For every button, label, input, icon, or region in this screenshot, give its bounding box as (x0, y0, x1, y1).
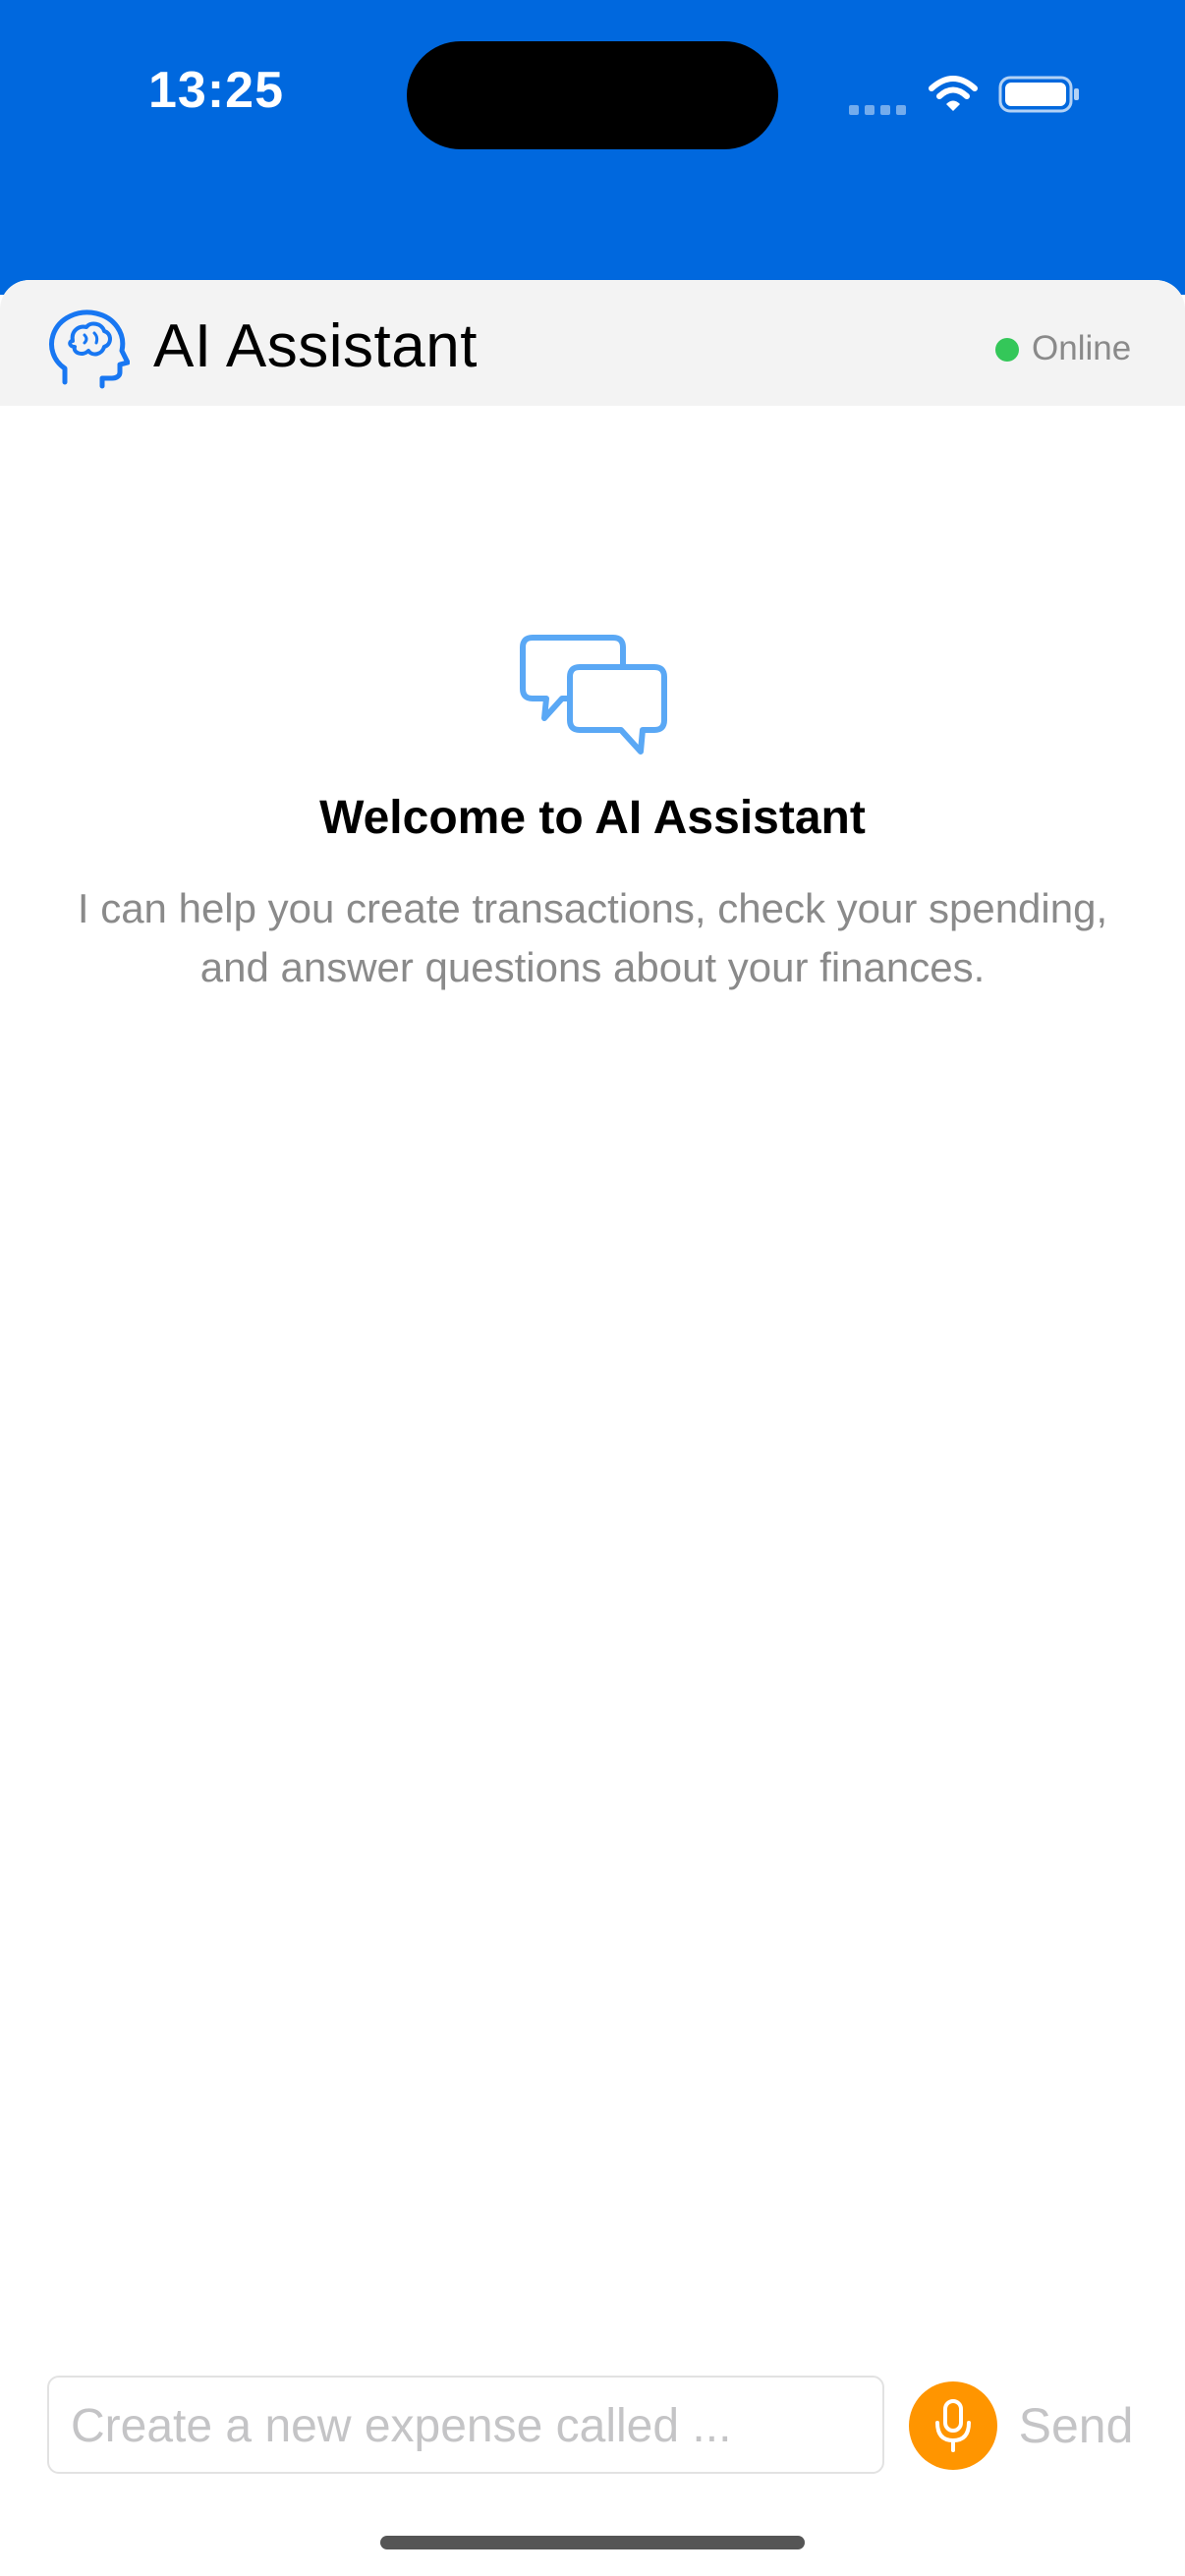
brain-head-icon (49, 309, 130, 389)
status-bar: 13:25 (0, 0, 1185, 295)
online-status-dot (995, 338, 1019, 362)
battery-icon (998, 76, 1079, 113)
cellular-signal-icon (849, 105, 906, 115)
wifi-icon (929, 76, 978, 111)
status-time: 13:25 (148, 62, 284, 119)
microphone-icon (935, 2399, 971, 2452)
chat-sheet: AI Assistant Online Welcome to AI Assist… (0, 280, 1185, 2576)
welcome-title: Welcome to AI Assistant (319, 792, 866, 844)
message-input-container[interactable] (47, 2376, 884, 2474)
dynamic-island (407, 41, 778, 149)
header-title: AI Assistant (153, 312, 478, 380)
chat-bubbles-icon (520, 635, 667, 755)
send-button[interactable]: Send (1012, 2397, 1140, 2454)
welcome-description: I can help you create transactions, chec… (77, 885, 1108, 990)
chat-header: AI Assistant Online (0, 280, 1185, 406)
microphone-button[interactable] (909, 2381, 997, 2470)
online-status-label: Online (1032, 329, 1132, 367)
message-input[interactable] (69, 2378, 869, 2474)
home-indicator[interactable] (380, 2536, 805, 2549)
